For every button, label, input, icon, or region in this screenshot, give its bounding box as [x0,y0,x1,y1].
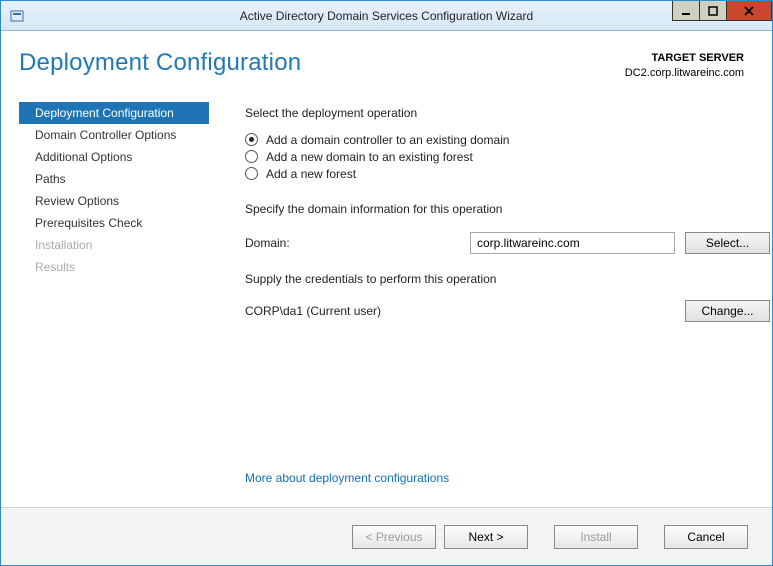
target-server-info: TARGET SERVER DC2.corp.litwareinc.com [625,51,744,82]
content-area: Deployment Configuration Domain Controll… [19,102,744,507]
step-installation: Installation [19,234,209,256]
step-prerequisites-check[interactable]: Prerequisites Check [19,212,209,234]
select-operation-label: Select the deployment operation [245,106,770,120]
step-domain-controller-options[interactable]: Domain Controller Options [19,124,209,146]
footer: < Previous Next > Install Cancel [1,507,772,565]
radio-icon [245,150,258,163]
install-button: Install [554,525,638,549]
credentials-value: CORP\da1 (Current user) [245,304,675,318]
radio-label: Add a new domain to an existing forest [266,150,473,164]
target-server-name: DC2.corp.litwareinc.com [625,66,744,81]
step-additional-options[interactable]: Additional Options [19,146,209,168]
change-credentials-button[interactable]: Change... [685,300,770,322]
cancel-button[interactable]: Cancel [664,525,748,549]
radio-label: Add a new forest [266,167,356,181]
radio-add-dc-existing-domain[interactable]: Add a domain controller to an existing d… [245,133,770,147]
previous-button: < Previous [352,525,436,549]
titlebar: Active Directory Domain Services Configu… [1,1,772,31]
close-button[interactable] [726,1,772,21]
domain-row: Domain: Select... [245,232,770,254]
step-review-options[interactable]: Review Options [19,190,209,212]
radio-label: Add a domain controller to an existing d… [266,133,509,147]
main-panel: Select the deployment operation Add a do… [209,102,770,507]
next-button[interactable]: Next > [444,525,528,549]
step-results: Results [19,256,209,278]
step-paths[interactable]: Paths [19,168,209,190]
select-domain-button[interactable]: Select... [685,232,770,254]
radio-add-domain-existing-forest[interactable]: Add a new domain to an existing forest [245,150,770,164]
credentials-row: CORP\da1 (Current user) Change... [245,300,770,322]
radio-icon [245,167,258,180]
page-title: Deployment Configuration [19,49,301,77]
radio-icon [245,133,258,146]
app-icon [9,8,25,24]
window-title: Active Directory Domain Services Configu… [240,9,533,23]
specify-domain-label: Specify the domain information for this … [245,202,770,216]
more-about-link[interactable]: More about deployment configurations [245,471,770,485]
domain-field-label: Domain: [245,236,470,250]
target-server-label: TARGET SERVER [625,51,744,66]
domain-input[interactable] [470,232,675,254]
minimize-button[interactable] [672,1,700,21]
header-row: Deployment Configuration TARGET SERVER D… [19,49,744,82]
wizard-window: Active Directory Domain Services Configu… [0,0,773,566]
radio-add-new-forest[interactable]: Add a new forest [245,167,770,181]
step-deployment-configuration[interactable]: Deployment Configuration [19,102,209,124]
window-controls [673,1,772,21]
deployment-operation-radios: Add a domain controller to an existing d… [245,130,770,184]
maximize-button[interactable] [699,1,727,21]
sidebar: Deployment Configuration Domain Controll… [19,102,209,507]
supply-credentials-label: Supply the credentials to perform this o… [245,272,770,286]
wizard-body: Deployment Configuration TARGET SERVER D… [1,31,772,507]
